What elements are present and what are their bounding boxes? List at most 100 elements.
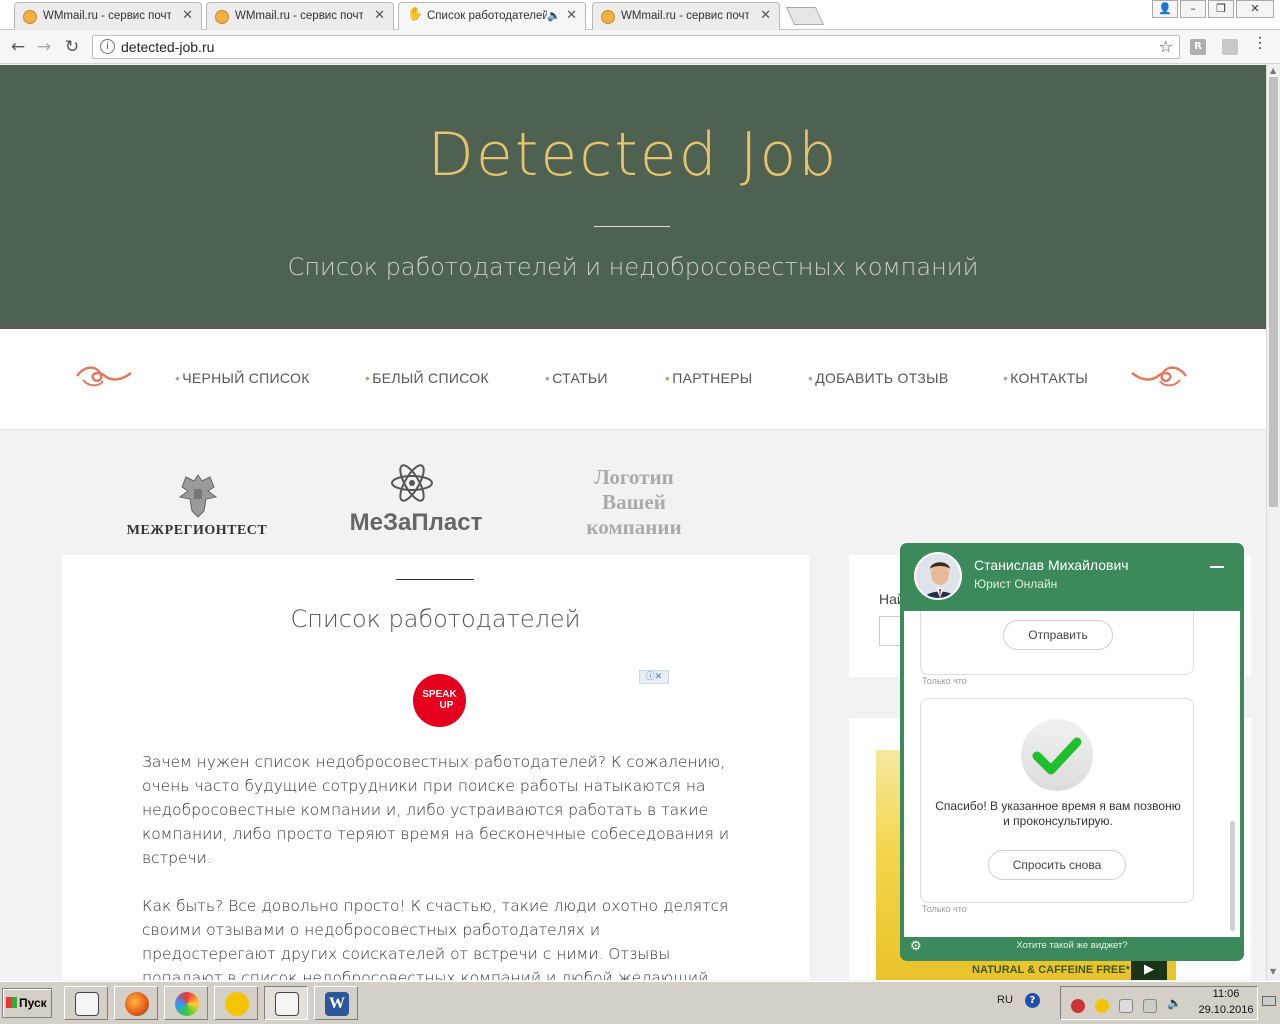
form-message: Отправить (920, 611, 1194, 675)
message-timestamp: Только что (922, 904, 967, 914)
windows-taskbar: Пуск W RU ? 🔈 11:06 29.10.2016 (0, 981, 1280, 1024)
help-icon[interactable]: ? (1025, 993, 1040, 1008)
page-scrollbar[interactable]: ▲ ▼ (1266, 65, 1280, 980)
tab-employers-list[interactable]: ✋ Список работодателей 🔈 ✕ (398, 2, 586, 30)
gear-icon[interactable]: ⚙ (910, 939, 922, 953)
reload-icon[interactable]: ↻ (62, 37, 82, 57)
tab-title: WMmail.ru - сервис почтово (43, 10, 171, 22)
palette-icon (175, 992, 199, 1016)
tab-wmmail-3[interactable]: WMmail.ru - сервис почтово ✕ (592, 2, 780, 30)
extension-square-icon[interactable] (1222, 39, 1238, 55)
scrollbar-thumb[interactable] (1269, 77, 1278, 507)
nav-label: ДОБАВИТЬ ОТЗЫВ (815, 370, 949, 386)
logo-text: МеЗаПласт (349, 509, 483, 536)
tab-strip: WMmail.ru - сервис почтово ✕ WMmail.ru -… (0, 0, 1280, 30)
close-tab-icon[interactable]: ✕ (182, 8, 193, 23)
site-info-icon[interactable]: i (100, 39, 115, 54)
chat-footer: ⚙ Хотите такой же виджет? (900, 939, 1244, 959)
taskbar-app-notepad[interactable] (64, 986, 108, 1020)
partner-logo-mezhregiontest[interactable]: МЕЖРЕГИОНТЕСТ (126, 471, 268, 559)
forward-arrow-icon[interactable]: → (34, 37, 54, 57)
taskbar-app-paint[interactable] (164, 986, 208, 1020)
consultant-role: Юрист Онлайн (974, 577, 1058, 591)
play-icon[interactable]: ▶ (1131, 960, 1167, 980)
word-icon: W (325, 992, 349, 1016)
network-icon[interactable] (1119, 999, 1133, 1013)
taskbar-app-ghost[interactable] (214, 986, 258, 1020)
ask-again-button[interactable]: Спросить снова (988, 850, 1126, 880)
restore-icon[interactable]: ❐ (1208, 0, 1234, 18)
nav-blacklist[interactable]: • ЧЕРНЫЙ СПИСОК (175, 370, 310, 386)
nav-label: БЕЛЫЙ СПИСОК (372, 370, 489, 386)
tab-title: Список работодателей (427, 10, 547, 22)
clock-time[interactable]: 11:06 (1196, 988, 1256, 1000)
consultant-name: Станислав Михайлович (974, 557, 1129, 573)
new-tab-button[interactable] (785, 7, 825, 25)
paragraph-intro: Зачем нужен список недобросовестных рабо… (142, 753, 730, 867)
ghost-tray-icon[interactable] (1095, 999, 1109, 1013)
nav-add-review[interactable]: • ДОБАВИТЬ ОТЗЫВ (808, 370, 949, 386)
close-window-icon[interactable]: ✕ (1236, 0, 1274, 18)
left-ornament-icon (75, 366, 132, 387)
close-tab-icon[interactable]: ✕ (566, 8, 577, 23)
partner-logo-placeholder[interactable]: Логотип Вашей компании (560, 465, 708, 540)
minimize-icon[interactable]: – (1180, 0, 1206, 18)
logo-text: компании (586, 515, 682, 539)
address-url[interactable]: detected-job.ru (121, 39, 214, 55)
thanks-text: Спасибо! В указанное время я вам позвоню… (935, 799, 1181, 828)
nav-partners[interactable]: • ПАРТНЕРЫ (665, 370, 752, 386)
tab-wmmail-1[interactable]: WMmail.ru - сервис почтово ✕ (14, 2, 202, 30)
start-button[interactable]: Пуск (2, 988, 52, 1018)
logo-text: Вашей (602, 490, 666, 514)
address-bar[interactable]: i detected-job.ru ☆ (92, 35, 1180, 59)
partner-logos: МЕЖРЕГИОНТЕСТ МеЗаПласт Логотип Вашей ко… (0, 431, 1266, 555)
nav-contacts[interactable]: • КОНТАКТЫ (1003, 370, 1088, 386)
adchoices-icon[interactable]: ⓘ✕ (639, 670, 669, 684)
ghost-icon (225, 992, 249, 1016)
taskbar-app-word[interactable]: W (314, 986, 358, 1020)
scroll-down-icon[interactable]: ▼ (1270, 967, 1276, 976)
language-indicator[interactable]: RU (997, 994, 1013, 1006)
tab-title: WMmail.ru - сервис почтово (621, 10, 749, 22)
antivirus-icon[interactable] (1071, 999, 1085, 1013)
profile-icon[interactable]: 👤 (1152, 0, 1178, 18)
partner-logo-mezaplast[interactable]: МеЗаПласт (340, 461, 492, 561)
nav-whitelist[interactable]: • БЕЛЫЙ СПИСОК (365, 370, 489, 386)
ad-text: SPEAK (422, 689, 457, 700)
scroll-up-icon[interactable]: ▲ (1270, 66, 1276, 75)
taskbar-app-document[interactable] (264, 986, 308, 1020)
chat-messages: Отправить Только что Спасибо! В указанно… (904, 611, 1240, 937)
close-tab-icon[interactable]: ✕ (374, 8, 385, 23)
browser-menu-icon[interactable]: ⋯ (1251, 35, 1270, 51)
minimize-chat-icon[interactable] (1210, 566, 1224, 568)
chat-scrollbar[interactable] (1230, 821, 1235, 931)
clock-date[interactable]: 29.10.2016 (1196, 1004, 1256, 1016)
speakup-ad-logo[interactable]: SPEAK UP (413, 674, 466, 727)
widget-promo-link[interactable]: Хотите такой же виджет? (1016, 940, 1127, 951)
volume-icon[interactable]: 🔈 (1167, 996, 1182, 1010)
title-divider (396, 579, 474, 580)
site-subtitle: Список работодателей и недобросовестных … (287, 253, 979, 281)
nav-articles[interactable]: • СТАТЬИ (545, 370, 608, 386)
banner-slogan: NATURAL & CAFFEINE FREE* (972, 964, 1130, 976)
wmmail-favicon-icon (215, 10, 229, 24)
taskbar-app-firefox[interactable] (114, 986, 158, 1020)
extension-r-icon[interactable]: R (1190, 39, 1206, 55)
site-header: Detected Job Список работодателей и недо… (0, 65, 1266, 329)
tab-wmmail-2[interactable]: WMmail.ru - сервис почтово ✕ (206, 2, 394, 30)
consultant-avatar (914, 552, 962, 600)
close-tab-icon[interactable]: ✕ (760, 8, 771, 23)
send-button[interactable]: Отправить (1003, 620, 1113, 650)
site-title[interactable]: Detected Job (0, 120, 1266, 190)
bookmark-star-icon[interactable]: ☆ (1159, 37, 1173, 56)
display-icon[interactable] (1143, 999, 1157, 1013)
header-divider (594, 226, 670, 227)
back-arrow-icon[interactable]: ← (8, 37, 28, 57)
nav-label: СТАТЬИ (552, 370, 608, 386)
show-desktop-icon[interactable] (1262, 996, 1276, 1006)
start-label: Пуск (19, 996, 47, 1010)
browser-toolbar: ← → ↻ i detected-job.ru ☆ R ⋯ (0, 30, 1280, 64)
page-title: Список работодателей (290, 605, 581, 633)
nav-label: КОНТАКТЫ (1010, 370, 1089, 386)
speaker-icon[interactable]: 🔈 (547, 9, 561, 22)
